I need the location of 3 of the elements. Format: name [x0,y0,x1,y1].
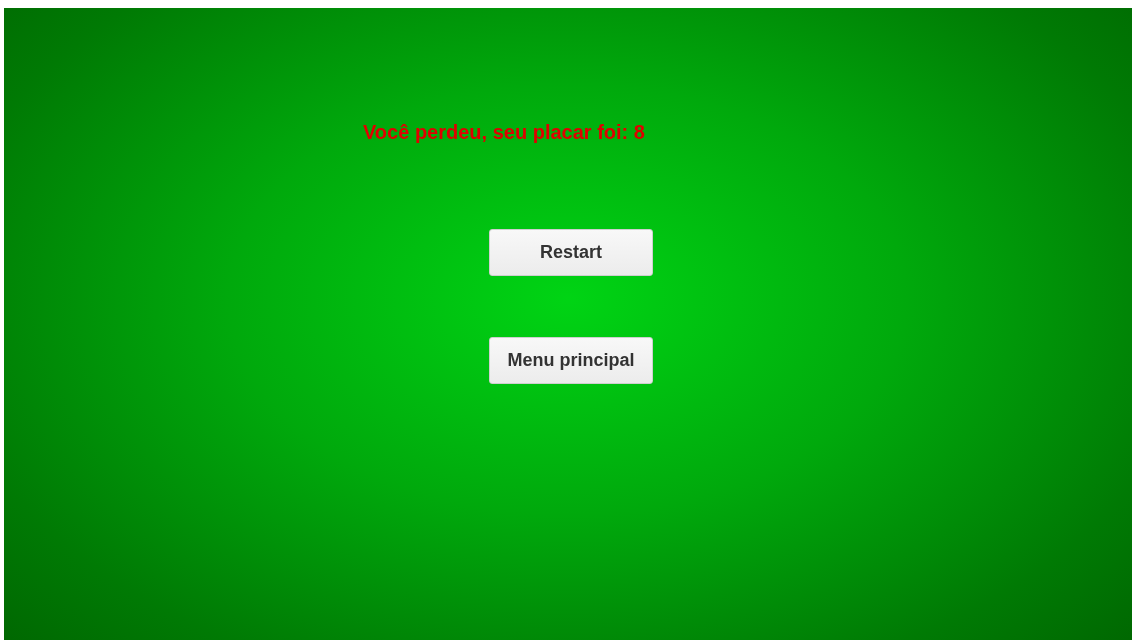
main-menu-button[interactable]: Menu principal [489,337,653,384]
game-over-message: Você perdeu, seu placar foi: 8 [363,120,645,144]
restart-button[interactable]: Restart [489,229,653,276]
